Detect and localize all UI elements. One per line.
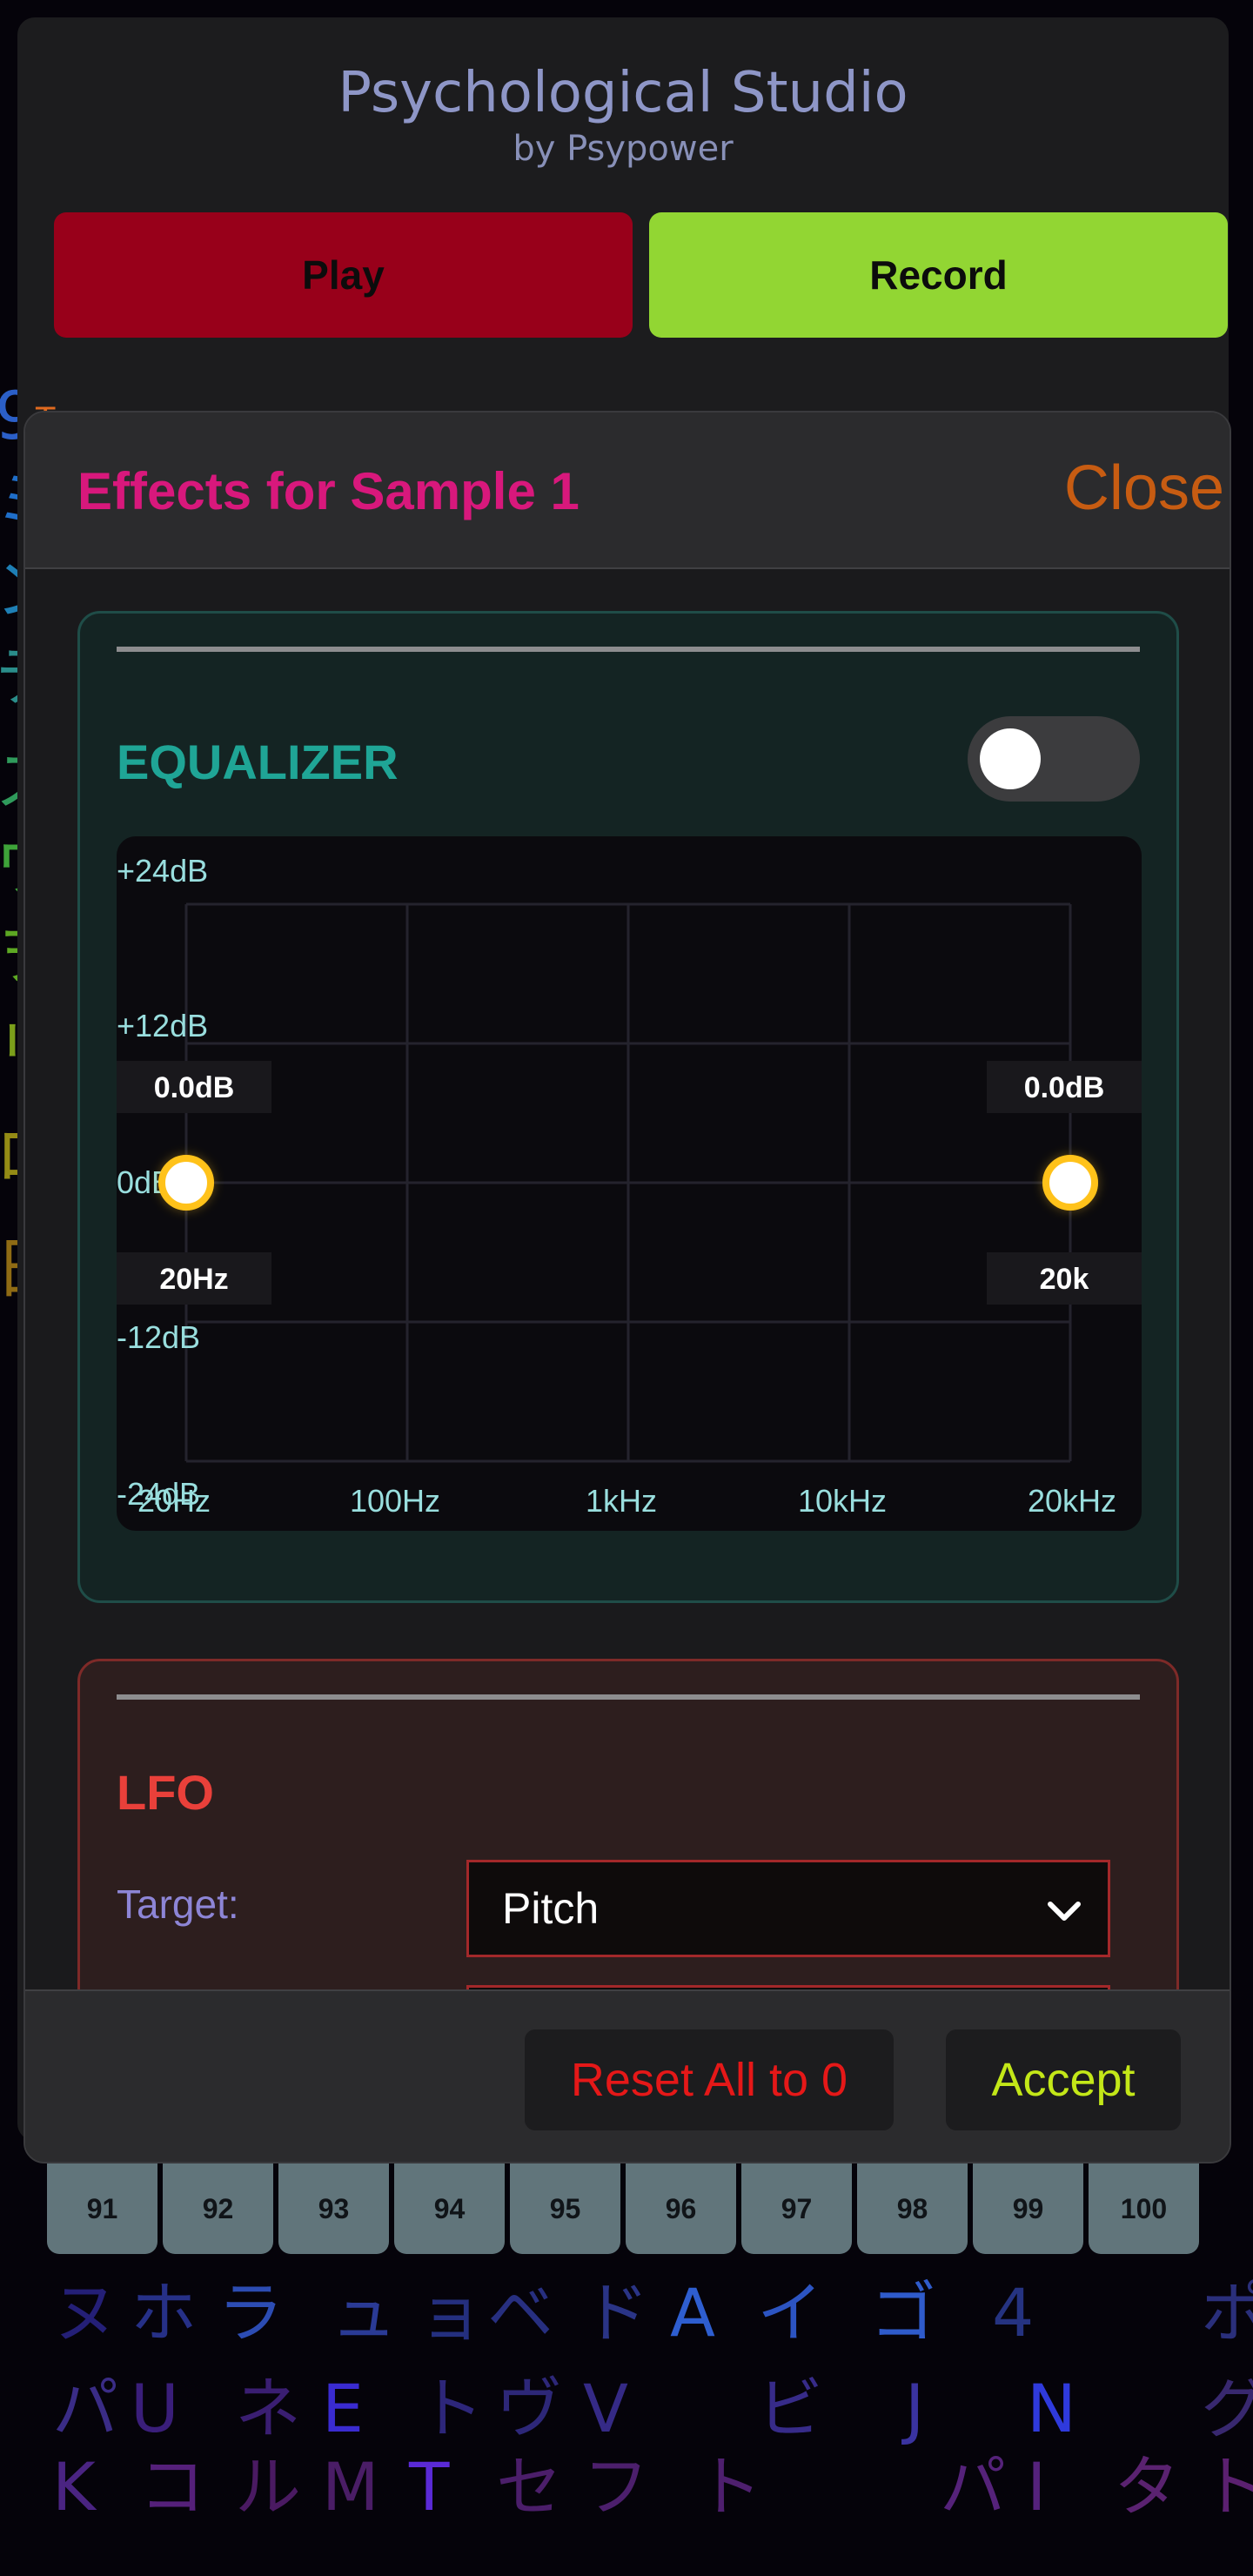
matrix-glyph: コ (139, 2448, 205, 2526)
matrix-glyph: パ (52, 2370, 118, 2447)
lfo-divider (117, 1694, 1140, 1700)
matrix-glyph: N (1027, 2370, 1076, 2447)
modal-footer: Reset All to 0 Accept (25, 1989, 1230, 2162)
matrix-glyph: ヌ (52, 2274, 118, 2351)
matrix-glyph: イ (757, 2274, 823, 2351)
matrix-glyph: ホ (131, 2274, 197, 2351)
freq-axis-label: 10kHz (798, 1483, 887, 1519)
matrix-glyph: パ (940, 2448, 1006, 2526)
eq-point-handle (158, 1155, 214, 1211)
matrix-glyph: ュ (331, 2274, 397, 2351)
freq-axis-label: 20Hz (137, 1483, 211, 1519)
app-subtitle: by Psypower (513, 129, 734, 169)
modal-header: Effects for Sample 1 Close (25, 413, 1230, 569)
matrix-glyph: M (322, 2448, 379, 2526)
matrix-glyph: グ (1201, 2370, 1253, 2447)
equalizer-graph[interactable]: +24dB +12dB 0dB -12dB -24dB 20Hz 100Hz 1kHz 10kH… (117, 836, 1142, 1531)
modal-title: Effects for Sample 1 (77, 462, 580, 520)
matrix-glyph: E (322, 2370, 365, 2447)
lfo-target-value: Pitch (502, 1884, 600, 1933)
sample-pad[interactable]: 91 (47, 2163, 157, 2254)
matrix-glyph: ョ (418, 2274, 484, 2351)
lfo-label: LFO (117, 1765, 214, 1820)
eq-point-handle (1042, 1155, 1098, 1211)
app-title: Psychological Studio (338, 61, 908, 125)
sample-pad[interactable]: 92 (163, 2163, 273, 2254)
matrix-glyph: I (1027, 2448, 1047, 2526)
eq-gain-label: 0.0dB (1024, 1071, 1105, 1104)
matrix-glyph: ト (1201, 2448, 1253, 2526)
matrix-glyph: J (905, 2370, 925, 2447)
matrix-glyph: T (409, 2448, 450, 2526)
matrix-glyph: K (52, 2448, 96, 2526)
db-axis-label: +24dB (117, 853, 208, 889)
lfo-target-label: Target: (117, 1882, 239, 1927)
equalizer-toggle[interactable] (968, 716, 1140, 802)
chevron-down-icon (1048, 1902, 1081, 1921)
freq-axis-label: 20kHz (1028, 1483, 1116, 1519)
matrix-glyph: 4 (992, 2274, 1035, 2351)
sample-pad[interactable]: 99 (973, 2163, 1083, 2254)
record-button[interactable]: Record (649, 212, 1228, 338)
equalizer-divider (117, 647, 1140, 652)
matrix-glyph: ト (696, 2448, 762, 2526)
play-button[interactable]: Play (54, 212, 633, 338)
lfo-card: LFO Target: Pitch (77, 1659, 1179, 1989)
eq-freq-label: 20k (1040, 1263, 1089, 1296)
sample-pad[interactable]: 98 (857, 2163, 968, 2254)
matrix-glyph: ラ (218, 2274, 284, 2351)
equalizer-canvas: +24dB+12dB0dB-12dB-24dB20Hz 100Hz 1kHz 10kH… (117, 853, 1142, 1519)
sample-pad-row: 91 92 93 94 95 96 97 98 99 100 (47, 2163, 1213, 2256)
matrix-glyph: U (131, 2370, 179, 2447)
db-axis-label: +12dB (117, 1008, 208, 1043)
sample-pad[interactable]: 100 (1089, 2163, 1199, 2254)
reset-all-button[interactable]: Reset All to 0 (525, 2029, 894, 2130)
equalizer-label: EQUALIZER (117, 735, 399, 789)
lfo-target-select[interactable]: Pitch (466, 1860, 1110, 1957)
db-axis-label: -12dB (117, 1319, 200, 1355)
effects-modal: Effects for Sample 1 Close EQUALIZER +24… (23, 411, 1231, 2163)
close-button[interactable]: Close (1064, 453, 1224, 524)
freq-axis-label: 1kHz (586, 1483, 657, 1519)
equalizer-card: EQUALIZER +24dB +12dB 0dB -12dB -24dB 20Hz 100… (77, 611, 1179, 1603)
sample-pad[interactable]: 93 (278, 2163, 389, 2254)
accept-button[interactable]: Accept (946, 2029, 1181, 2130)
matrix-glyph: ゴ (870, 2274, 936, 2351)
sample-pad[interactable]: 94 (394, 2163, 505, 2254)
matrix-glyph: ベ (487, 2274, 553, 2351)
matrix-glyph: ネ (235, 2370, 301, 2447)
sample-pad[interactable]: 96 (626, 2163, 736, 2254)
matrix-glyph: A (670, 2274, 715, 2351)
matrix-glyph: ル (235, 2448, 301, 2526)
matrix-glyph: ビ (757, 2370, 823, 2447)
matrix-glyph: フ (583, 2448, 649, 2526)
matrix-glyph: V (583, 2370, 628, 2447)
matrix-glyph: セ (496, 2448, 562, 2526)
eq-gain-label: 0.0dB (154, 1071, 235, 1104)
matrix-glyph: タ (1114, 2448, 1180, 2526)
freq-axis-label: 100Hz (350, 1483, 440, 1519)
modal-body[interactable]: EQUALIZER +24dB +12dB 0dB -12dB -24dB 20Hz 100… (25, 571, 1230, 1989)
matrix-glyph: ド (583, 2274, 649, 2351)
toggle-knob (980, 728, 1041, 789)
matrix-glyph: ポ (1201, 2274, 1253, 2351)
eq-freq-label: 20Hz (159, 1263, 228, 1296)
sample-pad[interactable]: 95 (510, 2163, 620, 2254)
matrix-glyph: ヴ (496, 2370, 562, 2447)
sample-pad[interactable]: 97 (741, 2163, 852, 2254)
matrix-glyph: ト (418, 2370, 484, 2447)
